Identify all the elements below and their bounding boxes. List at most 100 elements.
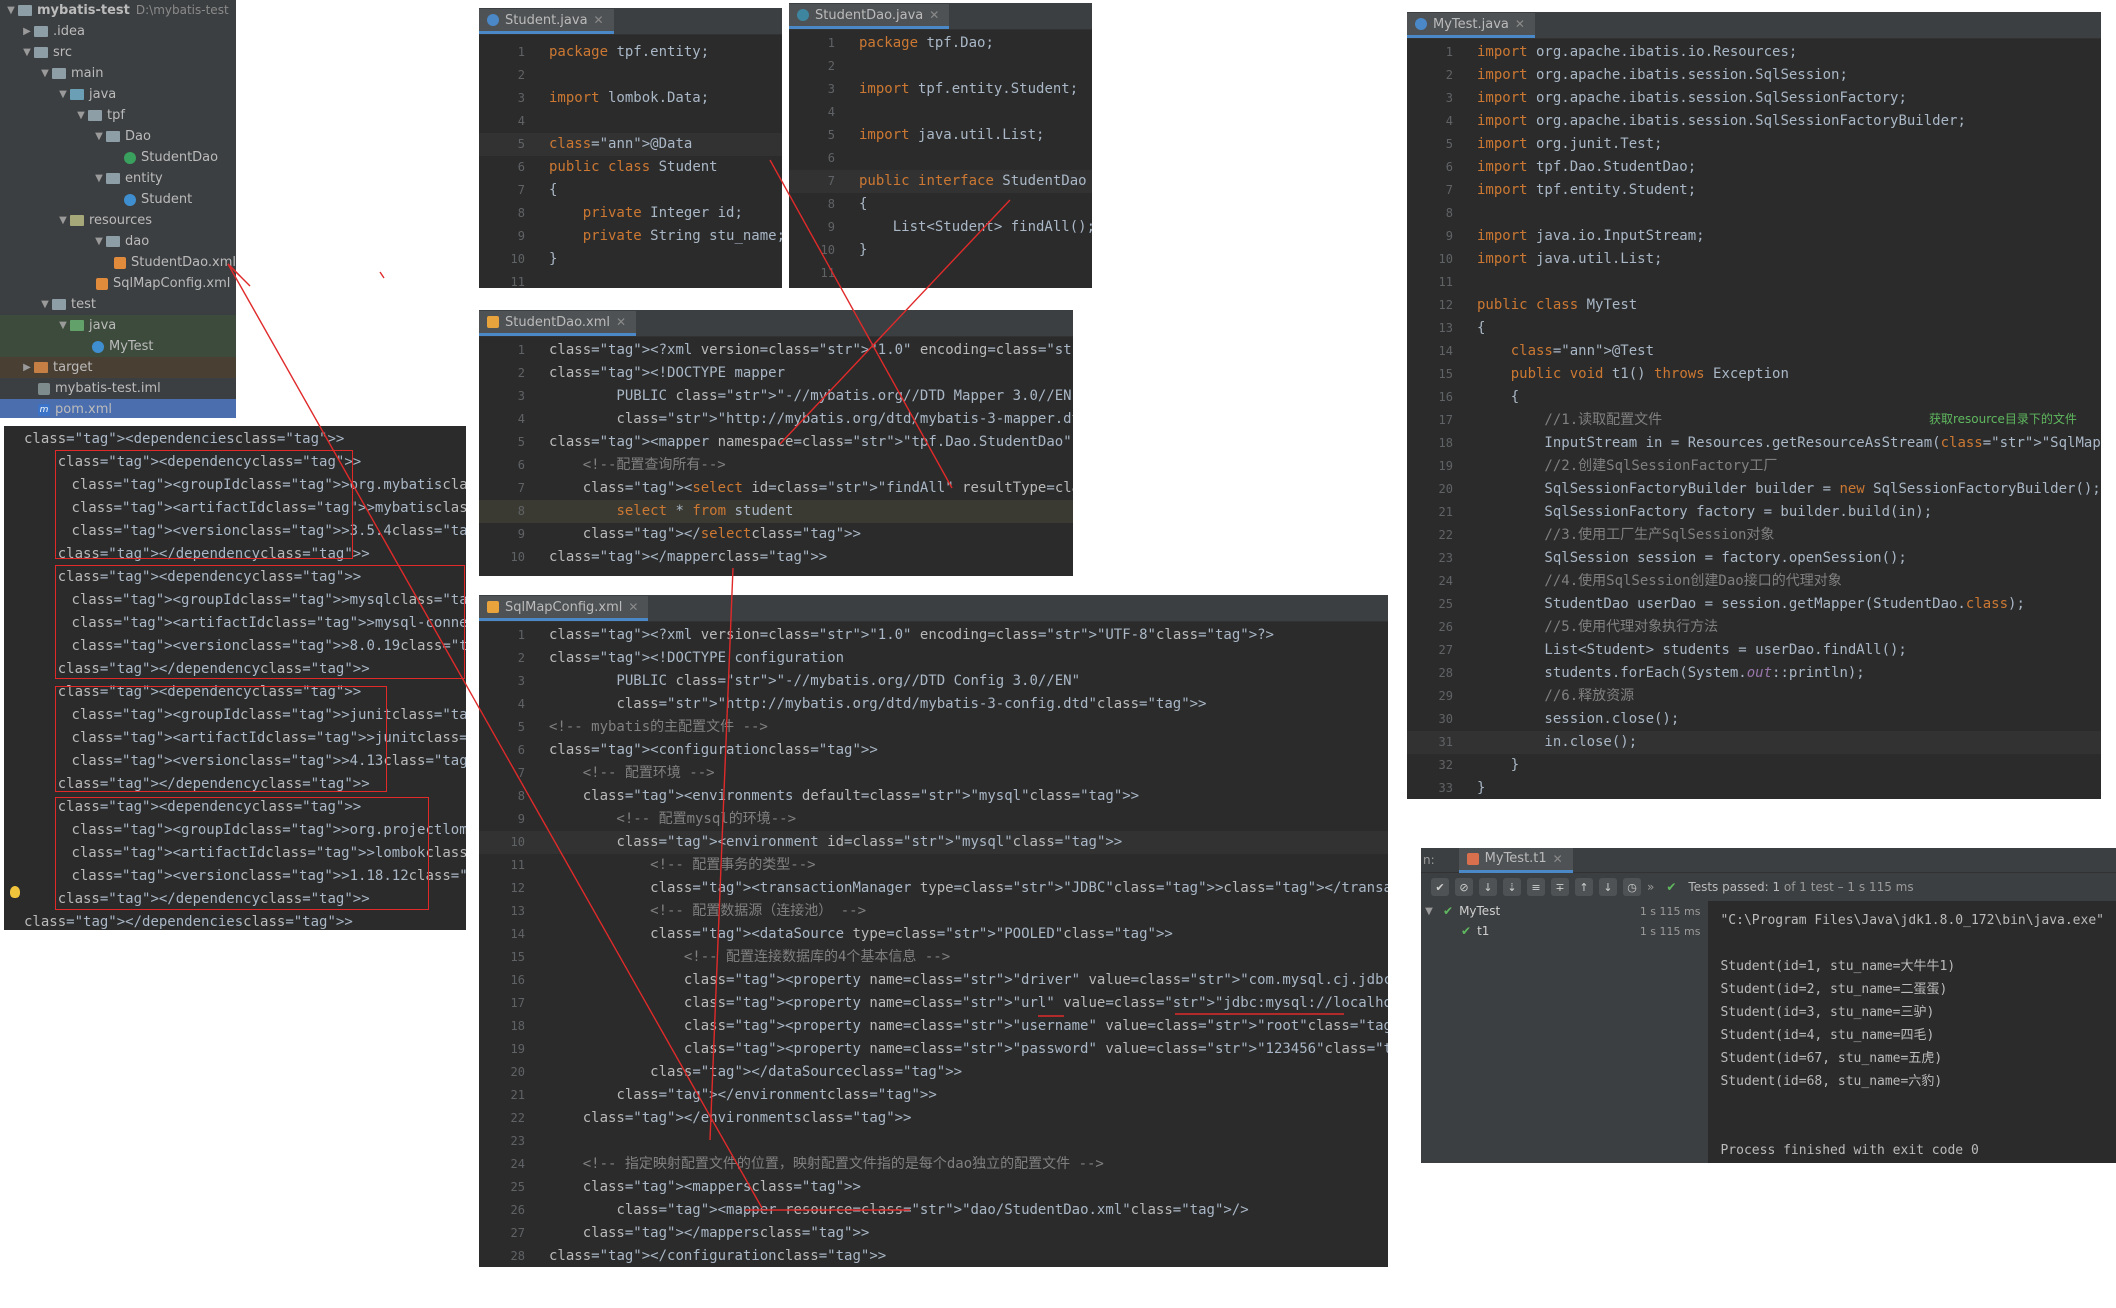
code-line[interactable]: 2 class="tag"><!DOCTYPE configuration (479, 647, 1388, 670)
code-line[interactable]: 10 class="tag"></mapperclass="tag">> (479, 546, 1073, 569)
line-number[interactable]: 1 (1407, 41, 1463, 64)
line-number[interactable]: 10 (479, 248, 535, 271)
line-number[interactable]: 19 (479, 1038, 535, 1061)
line-number[interactable]: 4 (1407, 110, 1463, 133)
line-number[interactable]: 15 (479, 946, 535, 969)
code-line[interactable]: 7 public interface StudentDao (789, 170, 1092, 193)
code-line[interactable]: 10} (789, 239, 1092, 262)
code-line[interactable]: 8{ (789, 193, 1092, 216)
expand-all-icon[interactable]: ≡ (1527, 878, 1545, 896)
code-line[interactable]: 8 class="tag"><environments default=clas… (479, 785, 1388, 808)
line-number[interactable]: 28 (479, 1245, 535, 1267)
code-line[interactable]: 13 { (1407, 317, 2101, 340)
code-line[interactable]: 15 public void t1() throws Exception (1407, 363, 2101, 386)
code-line[interactable]: 1 package tpf.Dao; (789, 32, 1092, 55)
code-line[interactable]: 32 } (1407, 754, 2101, 777)
code-line[interactable]: 9 private String stu_name; (479, 225, 782, 248)
code-line[interactable]: 4 class="str">"http://mybatis.org/dtd/my… (479, 693, 1388, 716)
line-number[interactable]: 27 (479, 1222, 535, 1245)
line-number[interactable]: 7 (479, 762, 535, 785)
tree-item-studentdao[interactable]: StudentDao (0, 147, 236, 168)
line-number[interactable]: 12 (1407, 294, 1463, 317)
code-line[interactable]: 15 <!-- 配置连接数据库的4个基本信息 --> (479, 946, 1388, 969)
code-line[interactable]: 22 //3.使用工厂生产SqlSession对象 (1407, 524, 2101, 547)
line-number[interactable]: 13 (1407, 317, 1463, 340)
line-number[interactable]: 2 (479, 64, 535, 87)
line-number[interactable]: 11 (479, 271, 535, 288)
line-number[interactable]: 16 (1407, 386, 1463, 409)
show-ignored-icon[interactable]: ⊘ (1455, 878, 1473, 896)
show-passed-icon[interactable]: ✔ (1431, 878, 1449, 896)
code-line[interactable]: 20 SqlSessionFactoryBuilder builder = ne… (1407, 478, 2101, 501)
line-number[interactable]: 10 (479, 831, 535, 854)
line-number[interactable]: 10 (1407, 248, 1463, 271)
line-number[interactable]: 20 (479, 1061, 535, 1084)
code-line[interactable]: 9 List<Student> findAll(); (789, 216, 1092, 239)
next-failed-icon[interactable]: ↓ (1599, 878, 1617, 896)
code-line[interactable]: 7 import tpf.entity.Student; (1407, 179, 2101, 202)
line-number[interactable]: 6 (479, 739, 535, 762)
tree-item-main[interactable]: ▼ main (0, 63, 236, 84)
console-output[interactable]: "C:\Program Files\Java\jdk1.8.0_172\bin\… (1708, 901, 2116, 1163)
line-number[interactable]: 9 (479, 225, 535, 248)
line-number[interactable]: 7 (789, 170, 845, 193)
code-line[interactable]: 11 <!-- 配置事务的类型--> (479, 854, 1388, 877)
line-number[interactable]: 8 (1407, 202, 1463, 225)
line-number[interactable]: 8 (479, 785, 535, 808)
code-line[interactable]: 12 class="tag"><transactionManager type=… (479, 877, 1388, 900)
tree-item-tpf[interactable]: ▼ tpf (0, 105, 236, 126)
code-line[interactable]: 1 import org.apache.ibatis.io.Resources; (1407, 41, 2101, 64)
line-number[interactable]: 9 (789, 216, 845, 239)
close-icon[interactable]: ✕ (616, 315, 626, 329)
code-line[interactable]: 9 class="tag"></selectclass="tag">> (479, 523, 1073, 546)
line-number[interactable]: 9 (479, 523, 535, 546)
tab-mytest-java[interactable]: MyTest.java ✕ (1407, 13, 1535, 38)
line-number[interactable]: 21 (1407, 501, 1463, 524)
line-number[interactable]: 15 (1407, 363, 1463, 386)
code-line[interactable]: 25 StudentDao userDao = session.getMappe… (1407, 593, 2101, 616)
code-line[interactable]: 20 class="tag"></dataSourceclass="tag">> (479, 1061, 1388, 1084)
line-number[interactable]: 9 (479, 808, 535, 831)
line-number[interactable]: 5 (789, 124, 845, 147)
code-line[interactable]: 5 import org.junit.Test; (1407, 133, 2101, 156)
tree-item-java[interactable]: ▼ java (0, 84, 236, 105)
tree-root[interactable]: ▼ mybatis-test D:\mybatis-test (0, 0, 236, 21)
code-line[interactable]: 24 <!-- 指定映射配置文件的位置，映射配置文件指的是每个dao独立的配置文… (479, 1153, 1388, 1176)
bulb-icon[interactable] (10, 886, 20, 898)
test-suite-row[interactable]: ▼ ✔ MyTest 1 s 115 ms (1421, 901, 1708, 921)
tree-item-src[interactable]: ▼ src (0, 42, 236, 63)
code-line[interactable]: 3 import org.apache.ibatis.session.SqlSes… (1407, 87, 2101, 110)
code-line[interactable]: 17 class="tag"><property name=class="str… (479, 992, 1388, 1015)
code-line[interactable]: 1 class="tag"><?xml version=class="str">"… (479, 624, 1388, 647)
code-line[interactable]: 5 class="tag"><mapper namespace=class="st… (479, 431, 1073, 454)
line-number[interactable]: 12 (479, 877, 535, 900)
line-number[interactable]: 3 (479, 670, 535, 693)
line-number[interactable]: 17 (479, 992, 535, 1015)
collapse-all-icon[interactable]: ∓ (1551, 878, 1569, 896)
line-number[interactable]: 6 (789, 147, 845, 170)
code-line[interactable]: 31 in.close(); (1407, 731, 2101, 754)
tree-item-idea[interactable]: ▶ .idea (0, 21, 236, 42)
tree-item-iml[interactable]: mybatis-test.iml (0, 378, 236, 399)
code-line[interactable]: 1 class="tag"><?xml version=class="str">"… (479, 339, 1073, 362)
code-line[interactable]: 6 <!--配置查询所有--> (479, 454, 1073, 477)
code-line[interactable]: 6 import tpf.Dao.StudentDao; (1407, 156, 2101, 179)
code-line[interactable]: 23 (479, 1130, 1388, 1153)
expand-arrow-icon[interactable]: ▼ (1421, 906, 1437, 917)
line-number[interactable]: 33 (1407, 777, 1463, 799)
tree-item-resources[interactable]: ▼ resources (0, 210, 236, 231)
code-line[interactable]: 11 (1407, 271, 2101, 294)
code-line[interactable]: 10 class="tag"><environment id=class="st… (479, 831, 1388, 854)
line-number[interactable]: 4 (479, 110, 535, 133)
line-number[interactable]: 26 (479, 1199, 535, 1222)
line-number[interactable]: 17 (1407, 409, 1463, 432)
code-line[interactable]: 29 //6.释放资源 (1407, 685, 2101, 708)
code-line[interactable]: 12 public class MyTest (1407, 294, 2101, 317)
line-number[interactable]: 19 (1407, 455, 1463, 478)
tab-studentdao-java[interactable]: StudentDao.java ✕ (789, 4, 950, 29)
line-number[interactable]: 30 (1407, 708, 1463, 731)
tree-item-entity[interactable]: ▼ entity (0, 168, 236, 189)
line-number[interactable]: 7 (479, 477, 535, 500)
tab-run-mytest-t1[interactable]: MyTest.t1 ✕ (1458, 848, 1573, 873)
code-line[interactable]: 27 class="tag"></mappersclass="tag">> (479, 1222, 1388, 1245)
